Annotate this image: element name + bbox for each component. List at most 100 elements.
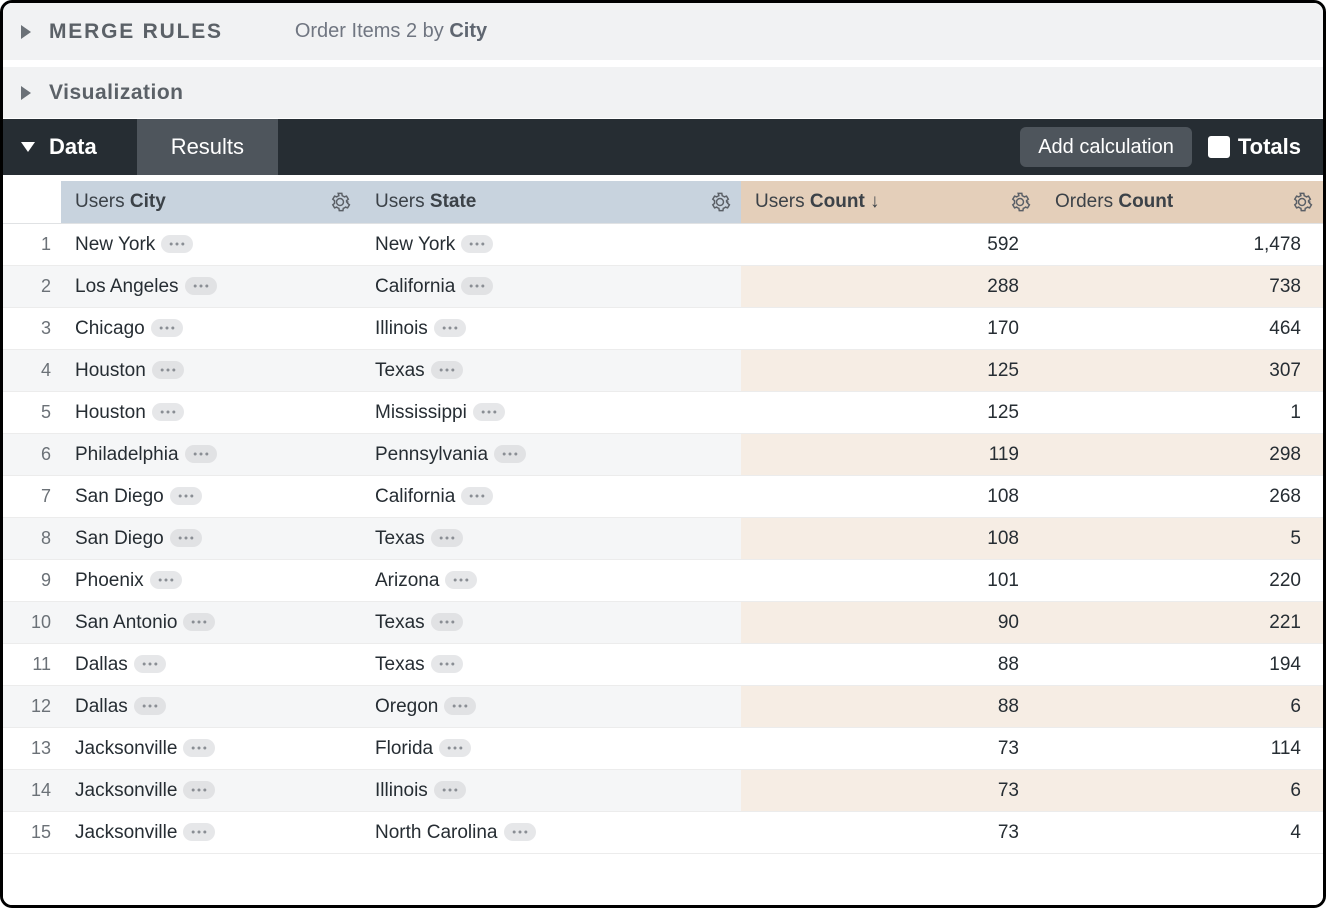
row-actions-icon[interactable] xyxy=(183,781,215,799)
column-settings-icon[interactable] xyxy=(329,191,351,213)
cell-users-state[interactable]: California xyxy=(361,266,741,308)
cell-users-city[interactable]: Los Angeles xyxy=(61,266,361,308)
cell-orders-count[interactable]: 4 xyxy=(1041,812,1323,854)
column-settings-icon[interactable] xyxy=(1291,191,1313,213)
cell-users-count[interactable]: 88 xyxy=(741,644,1041,686)
row-actions-icon[interactable] xyxy=(434,319,466,337)
cell-orders-count[interactable]: 268 xyxy=(1041,476,1323,518)
row-actions-icon[interactable] xyxy=(185,445,217,463)
cell-orders-count[interactable]: 1,478 xyxy=(1041,224,1323,266)
row-actions-icon[interactable] xyxy=(150,571,182,589)
cell-users-state[interactable]: Florida xyxy=(361,728,741,770)
totals-checkbox[interactable] xyxy=(1208,136,1230,158)
cell-users-state[interactable]: Arizona xyxy=(361,560,741,602)
cell-orders-count[interactable]: 5 xyxy=(1041,518,1323,560)
cell-users-count[interactable]: 90 xyxy=(741,602,1041,644)
cell-users-city[interactable]: San Diego xyxy=(61,518,361,560)
cell-users-state[interactable]: Texas xyxy=(361,518,741,560)
cell-users-city[interactable]: Dallas xyxy=(61,686,361,728)
row-actions-icon[interactable] xyxy=(151,319,183,337)
cell-users-city[interactable]: Jacksonville xyxy=(61,770,361,812)
cell-users-count[interactable]: 125 xyxy=(741,392,1041,434)
cell-users-state[interactable]: Oregon xyxy=(361,686,741,728)
cell-users-state[interactable]: Texas xyxy=(361,350,741,392)
cell-users-city[interactable]: Philadelphia xyxy=(61,434,361,476)
row-actions-icon[interactable] xyxy=(473,403,505,421)
cell-users-city[interactable]: New York xyxy=(61,224,361,266)
cell-users-count[interactable]: 108 xyxy=(741,518,1041,560)
column-header-users-state[interactable]: Users State xyxy=(361,181,741,224)
cell-users-city[interactable]: Dallas xyxy=(61,644,361,686)
cell-orders-count[interactable]: 220 xyxy=(1041,560,1323,602)
cell-users-city[interactable]: Houston xyxy=(61,392,361,434)
cell-users-count[interactable]: 288 xyxy=(741,266,1041,308)
row-actions-icon[interactable] xyxy=(444,697,476,715)
row-actions-icon[interactable] xyxy=(461,235,493,253)
cell-orders-count[interactable]: 1 xyxy=(1041,392,1323,434)
row-actions-icon[interactable] xyxy=(461,487,493,505)
cell-users-state[interactable]: Texas xyxy=(361,644,741,686)
cell-users-count[interactable]: 88 xyxy=(741,686,1041,728)
row-actions-icon[interactable] xyxy=(183,823,215,841)
row-actions-icon[interactable] xyxy=(152,403,184,421)
row-actions-icon[interactable] xyxy=(431,655,463,673)
cell-orders-count[interactable]: 194 xyxy=(1041,644,1323,686)
cell-users-city[interactable]: Chicago xyxy=(61,308,361,350)
column-settings-icon[interactable] xyxy=(1009,191,1031,213)
cell-users-city[interactable]: Jacksonville xyxy=(61,812,361,854)
cell-orders-count[interactable]: 464 xyxy=(1041,308,1323,350)
cell-users-count[interactable]: 73 xyxy=(741,812,1041,854)
cell-orders-count[interactable]: 298 xyxy=(1041,434,1323,476)
cell-users-city[interactable]: San Diego xyxy=(61,476,361,518)
cell-users-state[interactable]: North Carolina xyxy=(361,812,741,854)
row-actions-icon[interactable] xyxy=(431,613,463,631)
cell-users-state[interactable]: Illinois xyxy=(361,308,741,350)
row-actions-icon[interactable] xyxy=(439,739,471,757)
cell-users-state[interactable]: Mississippi xyxy=(361,392,741,434)
cell-users-city[interactable]: Houston xyxy=(61,350,361,392)
cell-orders-count[interactable]: 114 xyxy=(1041,728,1323,770)
row-actions-icon[interactable] xyxy=(494,445,526,463)
column-settings-icon[interactable] xyxy=(709,191,731,213)
cell-users-count[interactable]: 73 xyxy=(741,728,1041,770)
expand-visualization-icon[interactable] xyxy=(21,86,31,100)
row-actions-icon[interactable] xyxy=(170,487,202,505)
column-header-users-city[interactable]: Users City xyxy=(61,181,361,224)
row-actions-icon[interactable] xyxy=(183,613,215,631)
cell-users-city[interactable]: San Antonio xyxy=(61,602,361,644)
cell-users-state[interactable]: Texas xyxy=(361,602,741,644)
row-actions-icon[interactable] xyxy=(134,697,166,715)
add-calculation-button[interactable]: Add calculation xyxy=(1020,127,1192,167)
cell-orders-count[interactable]: 738 xyxy=(1041,266,1323,308)
cell-orders-count[interactable]: 6 xyxy=(1041,770,1323,812)
column-header-users-count[interactable]: Users Count ↓ xyxy=(741,181,1041,224)
row-actions-icon[interactable] xyxy=(183,739,215,757)
cell-users-state[interactable]: California xyxy=(361,476,741,518)
collapse-data-icon[interactable] xyxy=(21,142,35,152)
data-section-label[interactable]: Data xyxy=(49,134,97,160)
cell-users-count[interactable]: 108 xyxy=(741,476,1041,518)
cell-users-state[interactable]: New York xyxy=(361,224,741,266)
cell-users-count[interactable]: 119 xyxy=(741,434,1041,476)
column-header-orders-count[interactable]: Orders Count xyxy=(1041,181,1323,224)
row-actions-icon[interactable] xyxy=(461,277,493,295)
row-actions-icon[interactable] xyxy=(431,529,463,547)
cell-orders-count[interactable]: 307 xyxy=(1041,350,1323,392)
cell-orders-count[interactable]: 221 xyxy=(1041,602,1323,644)
cell-users-count[interactable]: 170 xyxy=(741,308,1041,350)
tab-results[interactable]: Results xyxy=(137,119,278,175)
row-actions-icon[interactable] xyxy=(431,361,463,379)
row-actions-icon[interactable] xyxy=(504,823,536,841)
cell-users-state[interactable]: Illinois xyxy=(361,770,741,812)
cell-orders-count[interactable]: 6 xyxy=(1041,686,1323,728)
row-actions-icon[interactable] xyxy=(445,571,477,589)
cell-users-count[interactable]: 73 xyxy=(741,770,1041,812)
row-actions-icon[interactable] xyxy=(134,655,166,673)
cell-users-city[interactable]: Phoenix xyxy=(61,560,361,602)
row-actions-icon[interactable] xyxy=(152,361,184,379)
row-actions-icon[interactable] xyxy=(161,235,193,253)
cell-users-count[interactable]: 592 xyxy=(741,224,1041,266)
row-actions-icon[interactable] xyxy=(170,529,202,547)
totals-toggle[interactable]: Totals xyxy=(1208,134,1301,160)
expand-merge-rules-icon[interactable] xyxy=(21,25,31,39)
